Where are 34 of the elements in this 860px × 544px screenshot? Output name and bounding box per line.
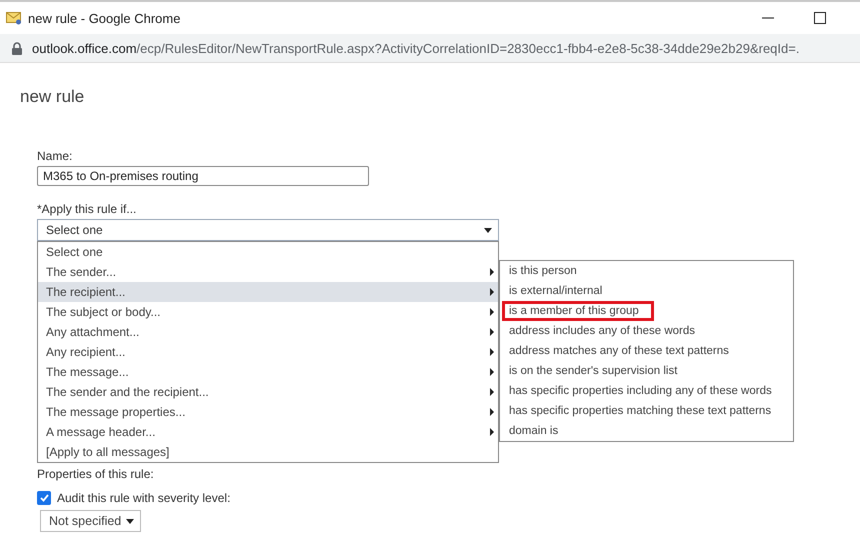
submenu-arrow-icon: [490, 288, 494, 296]
submenu-arrow-icon: [490, 268, 494, 276]
submenu-item[interactable]: has specific properties including any of these words: [502, 381, 787, 401]
submenu-arrow-icon: [490, 368, 494, 376]
submenu-item[interactable]: is external/internal: [502, 281, 618, 301]
caret-icon: [126, 518, 134, 524]
window-title: new rule - Google Chrome: [28, 10, 182, 26]
severity-select[interactable]: Not specified: [40, 510, 141, 532]
submenu-item[interactable]: address matches any of these text patterns: [502, 341, 744, 361]
section-label: Properties of this rule:: [37, 467, 154, 481]
menu-item[interactable]: The recipient...: [38, 282, 498, 302]
submenu-arrow-icon: [490, 388, 494, 396]
page-heading: new rule: [20, 87, 86, 107]
submenu-item[interactable]: is a member of this group: [502, 301, 654, 321]
checkbox-label: Audit this rule with severity level:: [57, 491, 230, 505]
maximize-icon[interactable]: [814, 12, 826, 24]
submenu-item[interactable]: address includes any of these words: [502, 321, 710, 341]
condition-select[interactable]: Select one: [37, 219, 499, 241]
submenu-arrow-icon: [490, 408, 494, 416]
submenu-item[interactable]: has specific properties matching these text patterns: [502, 401, 786, 421]
submenu-item[interactable]: is on the sender's supervision list: [502, 361, 692, 381]
field-label: *Apply this rule if...: [37, 202, 136, 216]
submenu-arrow-icon: [490, 328, 494, 336]
name-input[interactable]: M365 to On-premises routing: [37, 166, 369, 186]
submenu-item[interactable]: domain is: [502, 421, 574, 441]
submenu-arrow-icon: [490, 308, 494, 316]
audit-checkbox[interactable]: [37, 491, 51, 505]
submenu-arrow-icon: [490, 348, 494, 356]
envelope-icon: [6, 12, 22, 24]
field-label: Name:: [37, 149, 72, 163]
caret-icon: [484, 228, 492, 232]
submenu-item[interactable]: is this person: [502, 261, 592, 281]
submenu-arrow-icon: [490, 428, 494, 436]
lock-icon[interactable]: [12, 42, 22, 54]
